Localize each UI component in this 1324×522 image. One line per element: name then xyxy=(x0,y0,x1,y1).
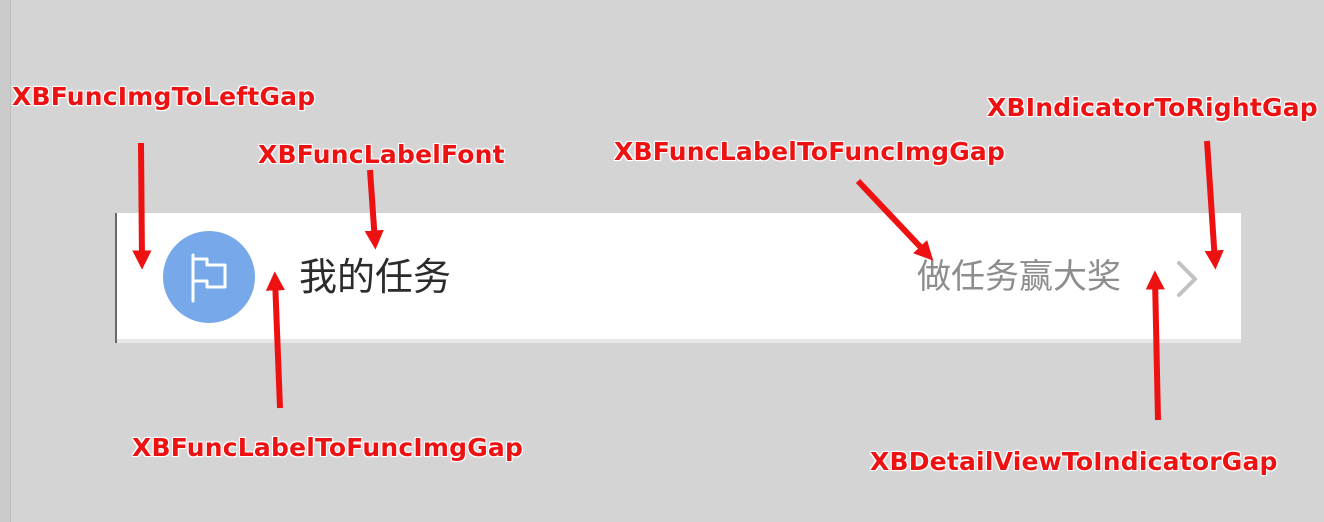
annotation-func-label-to-func-img-gap-top: XBFuncLabelToFuncImgGap xyxy=(614,137,1006,166)
flag-icon xyxy=(191,253,227,303)
func-image xyxy=(163,231,255,323)
annotation-func-label-font: XBFuncLabelFont xyxy=(258,140,505,169)
annotation-detail-view-to-indicator-gap: XBDetailViewToIndicatorGap xyxy=(870,447,1278,476)
func-label: 我的任务 xyxy=(299,255,452,299)
chevron-right-icon xyxy=(1177,261,1197,297)
annotation-indicator-to-right-gap: XBIndicatorToRightGap xyxy=(987,93,1318,122)
detail-label: 做任务赢大奖 xyxy=(917,257,1121,297)
annotation-func-label-to-func-img-gap-bottom: XBFuncLabelToFuncImgGap xyxy=(132,433,524,462)
task-cell[interactable]: 我的任务 做任务赢大奖 xyxy=(115,213,1241,343)
annotation-func-img-to-left-gap: XBFuncImgToLeftGap xyxy=(12,82,316,111)
window-left-edge xyxy=(0,0,11,522)
cell-separator xyxy=(117,339,1241,343)
